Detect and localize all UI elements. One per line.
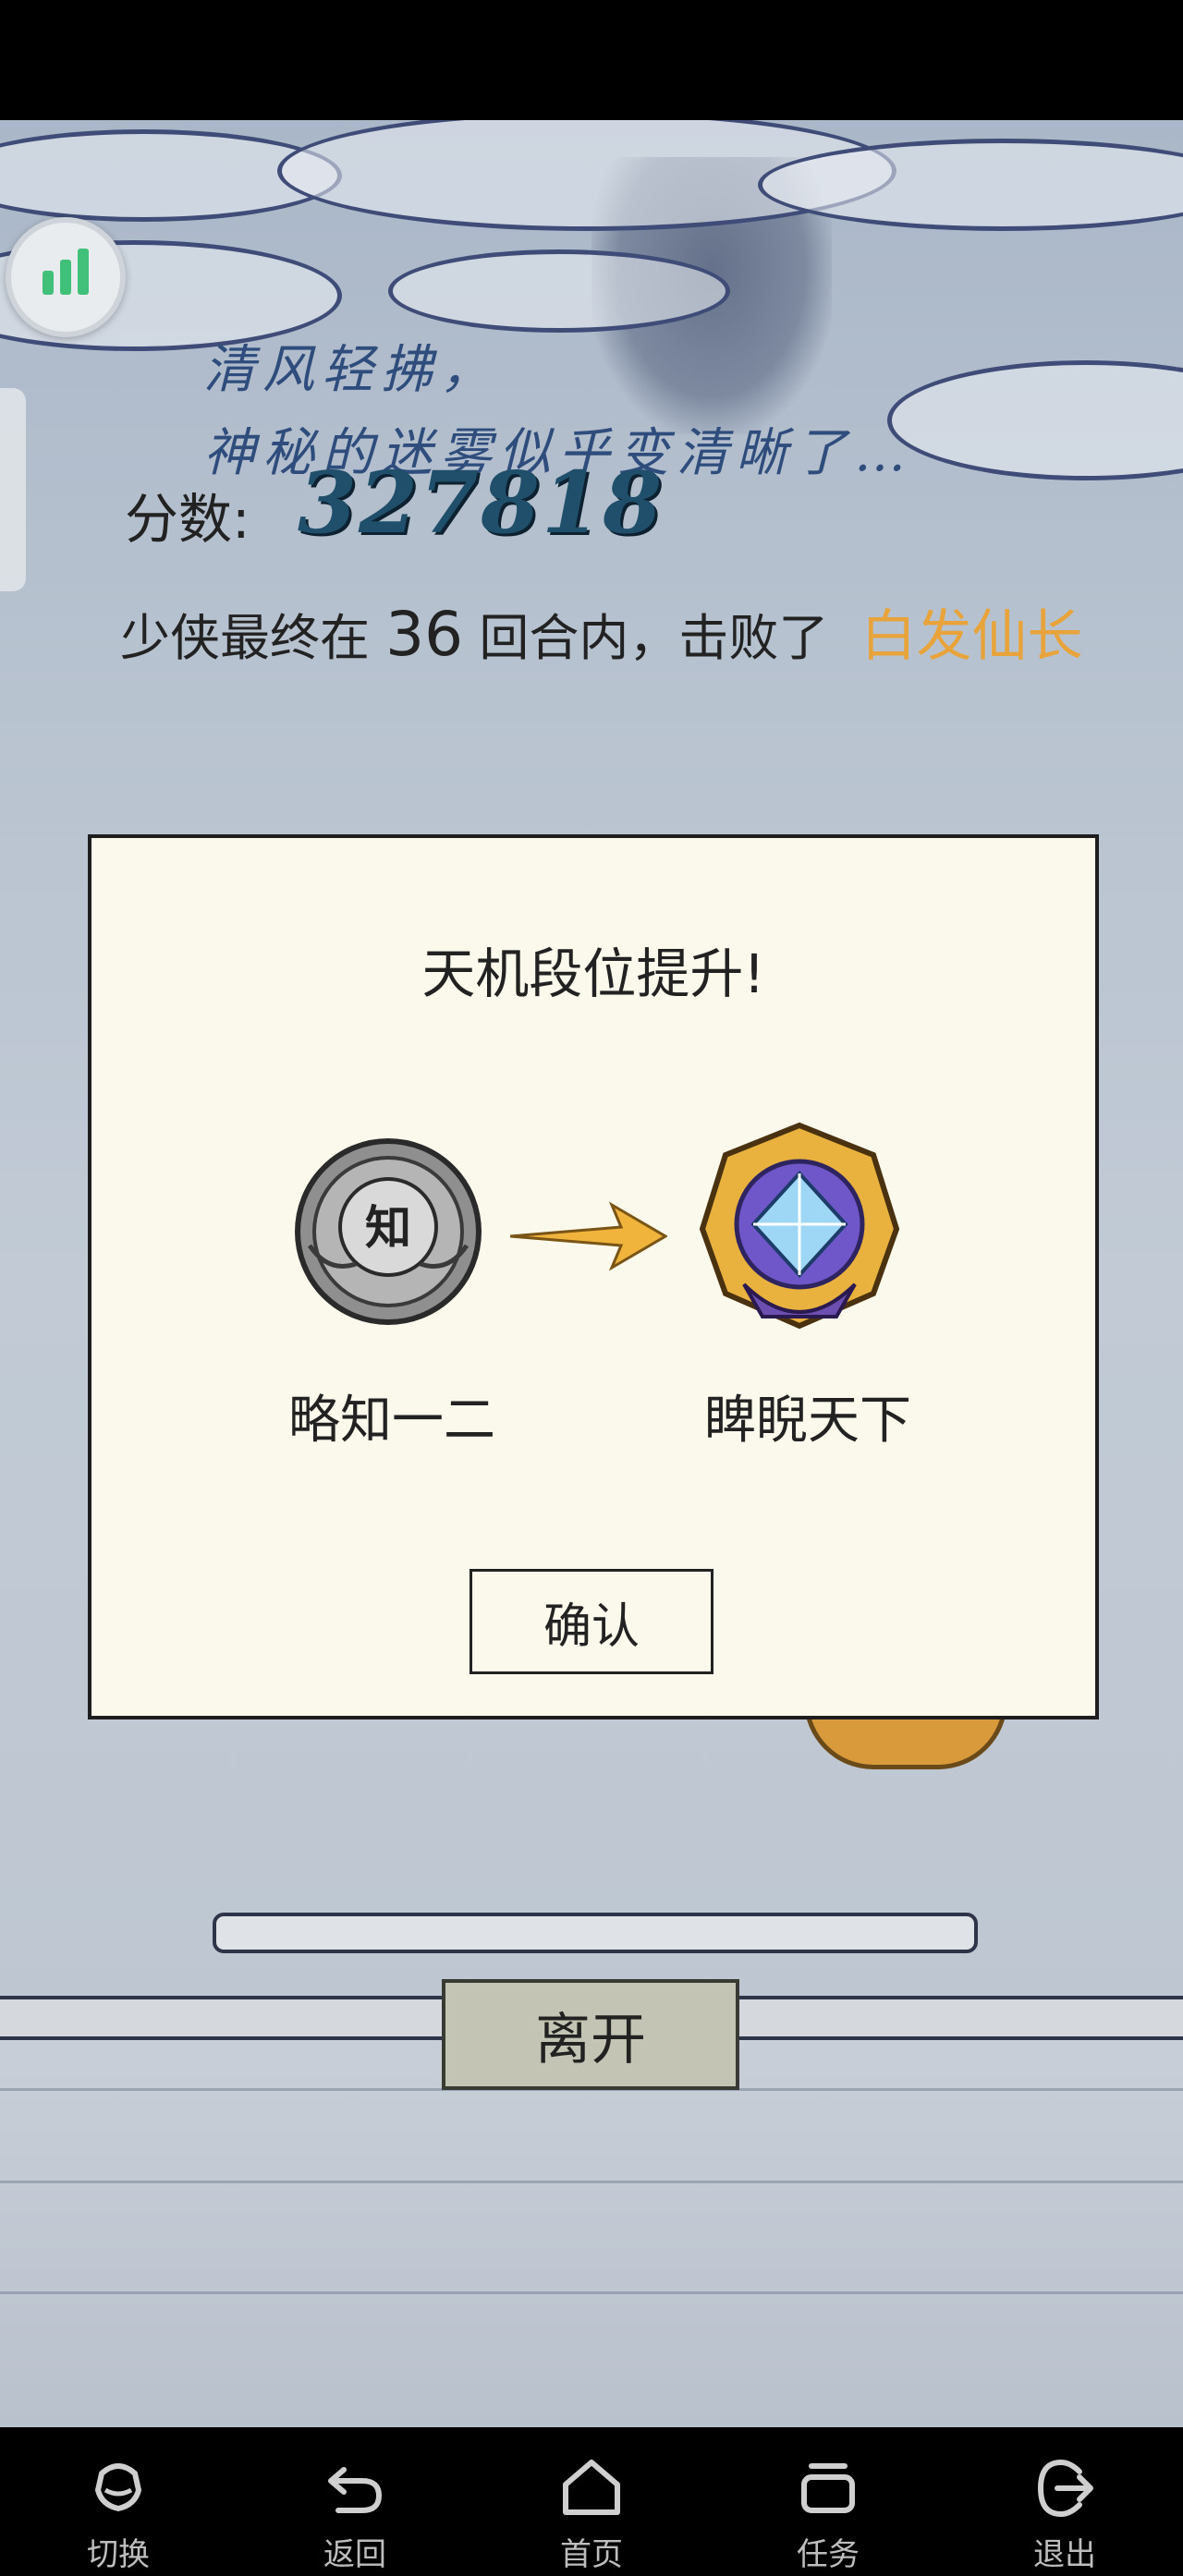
tasks-icon <box>801 2463 855 2513</box>
floor-line <box>0 2291 1183 2294</box>
side-drawer-handle[interactable] <box>0 388 26 591</box>
confirm-button[interactable]: 确认 <box>470 1569 713 1674</box>
nav-home[interactable]: 首页 <box>508 2427 675 2576</box>
nav-label-switch: 切换 <box>87 2536 150 2573</box>
cloud <box>887 360 1183 480</box>
nav-exit[interactable]: 退出 <box>982 2427 1148 2576</box>
old-rank-label: 略知一二 <box>288 1391 495 1451</box>
new-rank-label: 睥睨天下 <box>704 1391 911 1451</box>
leave-button[interactable]: 离开 <box>442 1979 739 2090</box>
stats-bar <box>43 271 54 295</box>
nav-tasks[interactable]: 任务 <box>745 2427 911 2576</box>
nav-label-back: 返回 <box>323 2536 386 2573</box>
status-bar <box>0 0 1183 120</box>
stats-bar <box>60 260 71 295</box>
battle-result: 少侠最终在 36 回合内，击败了 白发仙长 <box>120 591 1083 672</box>
nav-label-tasks: 任务 <box>797 2536 860 2573</box>
exit-icon <box>1037 2459 1093 2518</box>
boss-name: 白发仙长 <box>860 604 1083 669</box>
old-rank-badge-icon: 知 <box>295 1138 482 1325</box>
poem-line-1: 清风轻拂， <box>203 340 499 400</box>
score-label: 分数: <box>125 488 250 551</box>
cloud <box>388 249 730 333</box>
nav-label-exit: 退出 <box>1033 2536 1096 2573</box>
stone-floor <box>0 2033 1183 2427</box>
balcony-rail-top <box>213 1913 978 1953</box>
old-rank-char: 知 <box>365 1200 411 1255</box>
score-value: 327818 <box>298 453 665 553</box>
home-icon <box>563 2460 620 2515</box>
arrow-right-icon <box>510 1201 667 1271</box>
bottom-nav-bar: 切换 返回 首页 任务 退出 <box>0 2427 1183 2576</box>
floor-line <box>0 2181 1183 2183</box>
nav-back[interactable]: 返回 <box>272 2427 438 2576</box>
nav-switch[interactable]: 切换 <box>35 2427 201 2576</box>
stats-bar <box>78 249 89 295</box>
back-icon <box>328 2467 383 2513</box>
dialog-title: 天机段位提升! <box>421 942 765 1005</box>
new-rank-badge-icon <box>699 1122 900 1330</box>
round-count: 36 <box>385 599 464 670</box>
result-prefix: 少侠最终在 <box>120 609 370 667</box>
floating-stats-button[interactable] <box>6 217 126 337</box>
result-middle: 回合内，击败了 <box>479 609 829 667</box>
switch-icon <box>95 2463 141 2511</box>
nav-label-home: 首页 <box>560 2536 623 2573</box>
